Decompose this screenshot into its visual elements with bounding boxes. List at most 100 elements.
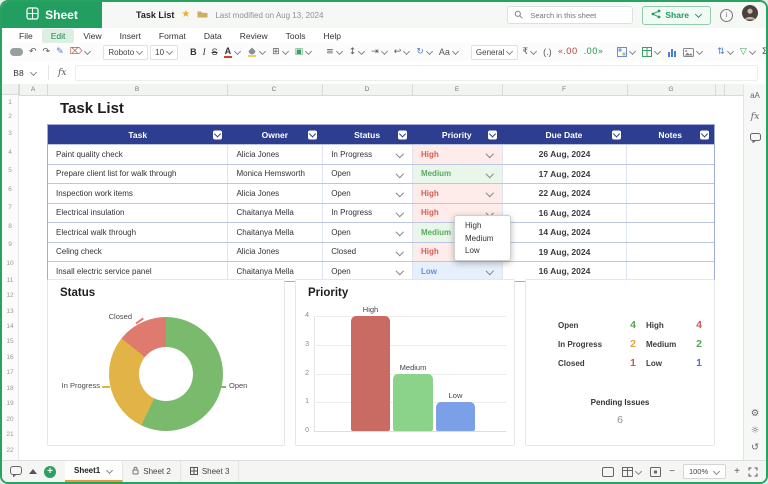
dropdown-option-low[interactable]: Low bbox=[455, 245, 510, 258]
task-cell[interactable]: Insall electric service panel bbox=[48, 262, 227, 281]
menu-insert[interactable]: Insert bbox=[111, 29, 150, 43]
due-date-cell[interactable]: 19 Aug, 2024 bbox=[502, 243, 627, 262]
indent-icon[interactable]: ⇥ bbox=[369, 47, 390, 57]
bar-medium[interactable] bbox=[393, 374, 433, 432]
notes-cell[interactable] bbox=[626, 184, 714, 203]
owner-cell[interactable]: Alicia Jones bbox=[227, 184, 322, 203]
increase-decimal-icon[interactable]: .00» bbox=[581, 47, 605, 57]
row-header-6[interactable]: 6 bbox=[2, 180, 18, 199]
menu-format[interactable]: Format bbox=[150, 29, 195, 43]
task-cell[interactable]: Celing check bbox=[48, 243, 227, 262]
sheet-tab-sheet-3[interactable]: Sheet 3 bbox=[181, 461, 240, 482]
notes-cell[interactable] bbox=[626, 204, 714, 223]
redo-icon[interactable]: ↷ bbox=[41, 47, 53, 57]
column-header-a[interactable]: A bbox=[25, 84, 41, 95]
menu-edit[interactable]: Edit bbox=[42, 29, 75, 43]
column-header-b[interactable]: B bbox=[129, 84, 145, 95]
font-family-select[interactable]: Roboto bbox=[103, 45, 148, 60]
filter-icon[interactable] bbox=[308, 130, 317, 139]
search-box[interactable] bbox=[507, 6, 633, 24]
status-cell[interactable]: Closed bbox=[322, 243, 412, 262]
notes-cell[interactable] bbox=[626, 165, 714, 184]
notes-cell[interactable] bbox=[626, 223, 714, 242]
due-date-cell[interactable]: 16 Aug, 2024 bbox=[502, 262, 627, 281]
row-header-9[interactable]: 9 bbox=[2, 236, 18, 255]
owner-cell[interactable]: Alicia Jones bbox=[227, 145, 322, 164]
chevron-down-icon[interactable] bbox=[486, 169, 494, 177]
priority-cell[interactable]: Medium bbox=[412, 165, 502, 184]
select-all-corner[interactable] bbox=[2, 84, 19, 95]
text-rotation-icon[interactable]: ↻ bbox=[414, 47, 435, 57]
settings-gear-icon[interactable]: ⚙ bbox=[751, 408, 760, 419]
horizontal-align-icon[interactable]: ≡ bbox=[324, 47, 345, 57]
filter-icon[interactable] bbox=[398, 130, 407, 139]
due-date-cell[interactable]: 14 Aug, 2024 bbox=[502, 223, 627, 242]
row-header-2[interactable]: 2 bbox=[2, 109, 18, 124]
menu-help[interactable]: Help bbox=[315, 29, 350, 43]
comments-panel-icon[interactable] bbox=[750, 133, 761, 146]
add-sheet-button[interactable]: + bbox=[44, 466, 56, 478]
fx-icon[interactable]: fx bbox=[49, 68, 75, 78]
menu-data[interactable]: Data bbox=[195, 29, 231, 43]
summary-card[interactable]: Open4In Progress2Closed1 High4Medium2Low… bbox=[525, 279, 715, 446]
functions-panel-icon[interactable]: fx bbox=[751, 111, 760, 122]
fill-color-icon[interactable] bbox=[245, 47, 268, 57]
text-wrap-icon[interactable]: ↩ bbox=[392, 47, 413, 57]
chevron-down-icon[interactable] bbox=[396, 150, 404, 158]
insert-chart-icon[interactable] bbox=[665, 48, 679, 57]
chevron-down-icon[interactable] bbox=[396, 267, 404, 275]
row-header-7[interactable]: 7 bbox=[2, 199, 18, 218]
menu-view[interactable]: View bbox=[74, 29, 110, 43]
undo-icon[interactable]: ↶ bbox=[27, 47, 39, 57]
due-date-cell[interactable]: 17 Aug, 2024 bbox=[502, 165, 627, 184]
row-header-19[interactable]: 19 bbox=[2, 396, 18, 411]
sort-icon[interactable]: ⇅ bbox=[715, 47, 736, 57]
owner-cell[interactable]: Alicia Jones bbox=[227, 243, 322, 262]
filter-icon[interactable]: ▽ bbox=[738, 47, 758, 57]
status-cell[interactable]: Open bbox=[322, 223, 412, 242]
chevron-down-icon[interactable] bbox=[486, 267, 494, 275]
menu-review[interactable]: Review bbox=[231, 29, 277, 43]
sheet-title-cell[interactable]: Task List bbox=[60, 100, 124, 117]
chevron-down-icon[interactable] bbox=[396, 208, 404, 216]
owner-cell[interactable]: Chaitanya Mella bbox=[227, 223, 322, 242]
task-cell[interactable]: Inspection work items bbox=[48, 184, 227, 203]
filter-icon[interactable] bbox=[213, 130, 222, 139]
comma-format-icon[interactable]: (.) bbox=[541, 47, 554, 57]
insert-media-icon[interactable] bbox=[681, 48, 705, 57]
currency-format-icon[interactable]: ₹ bbox=[520, 47, 539, 57]
row-header-22[interactable]: 22 bbox=[2, 442, 18, 457]
sheet-view-icon[interactable] bbox=[622, 467, 642, 477]
row-header-16[interactable]: 16 bbox=[2, 350, 18, 365]
owner-cell[interactable]: Chaitanya Mella bbox=[227, 204, 322, 223]
status-cell[interactable]: Open bbox=[322, 165, 412, 184]
status-cell[interactable]: In Progress bbox=[322, 204, 412, 223]
row-header-5[interactable]: 5 bbox=[2, 162, 18, 181]
column-header-c[interactable]: C bbox=[266, 84, 282, 95]
row-header-15[interactable]: 15 bbox=[2, 334, 18, 349]
styles-panel-icon[interactable]: aA bbox=[750, 91, 760, 100]
search-input[interactable] bbox=[528, 10, 618, 21]
sheet-tab-sheet1[interactable]: Sheet1 bbox=[65, 461, 123, 482]
column-header-f[interactable]: F bbox=[556, 84, 572, 95]
menu-tools[interactable]: Tools bbox=[277, 29, 315, 43]
column-header-e[interactable]: E bbox=[449, 84, 465, 95]
fullscreen-icon[interactable] bbox=[748, 467, 758, 477]
app-logo[interactable]: Sheet bbox=[2, 2, 102, 28]
row-header-20[interactable]: 20 bbox=[2, 411, 18, 426]
filter-icon[interactable] bbox=[700, 130, 709, 139]
clear-format-icon[interactable]: ⌦ bbox=[68, 47, 94, 57]
merge-cells-icon[interactable]: ▣ bbox=[293, 47, 315, 57]
status-cell[interactable]: Open bbox=[322, 184, 412, 203]
bar-high[interactable] bbox=[351, 316, 390, 431]
owner-cell[interactable]: Monica Hemsworth bbox=[227, 165, 322, 184]
column-header-g[interactable]: G bbox=[663, 84, 679, 95]
notes-cell[interactable] bbox=[626, 243, 714, 262]
bar-low[interactable] bbox=[436, 402, 475, 431]
row-header-8[interactable]: 8 bbox=[2, 217, 18, 236]
clipboard-icon[interactable] bbox=[8, 48, 25, 56]
zoom-in-button[interactable]: + bbox=[734, 466, 740, 477]
number-format-select[interactable]: General bbox=[471, 45, 518, 60]
filter-icon[interactable] bbox=[612, 130, 621, 139]
due-date-cell[interactable]: 26 Aug, 2024 bbox=[502, 145, 627, 164]
